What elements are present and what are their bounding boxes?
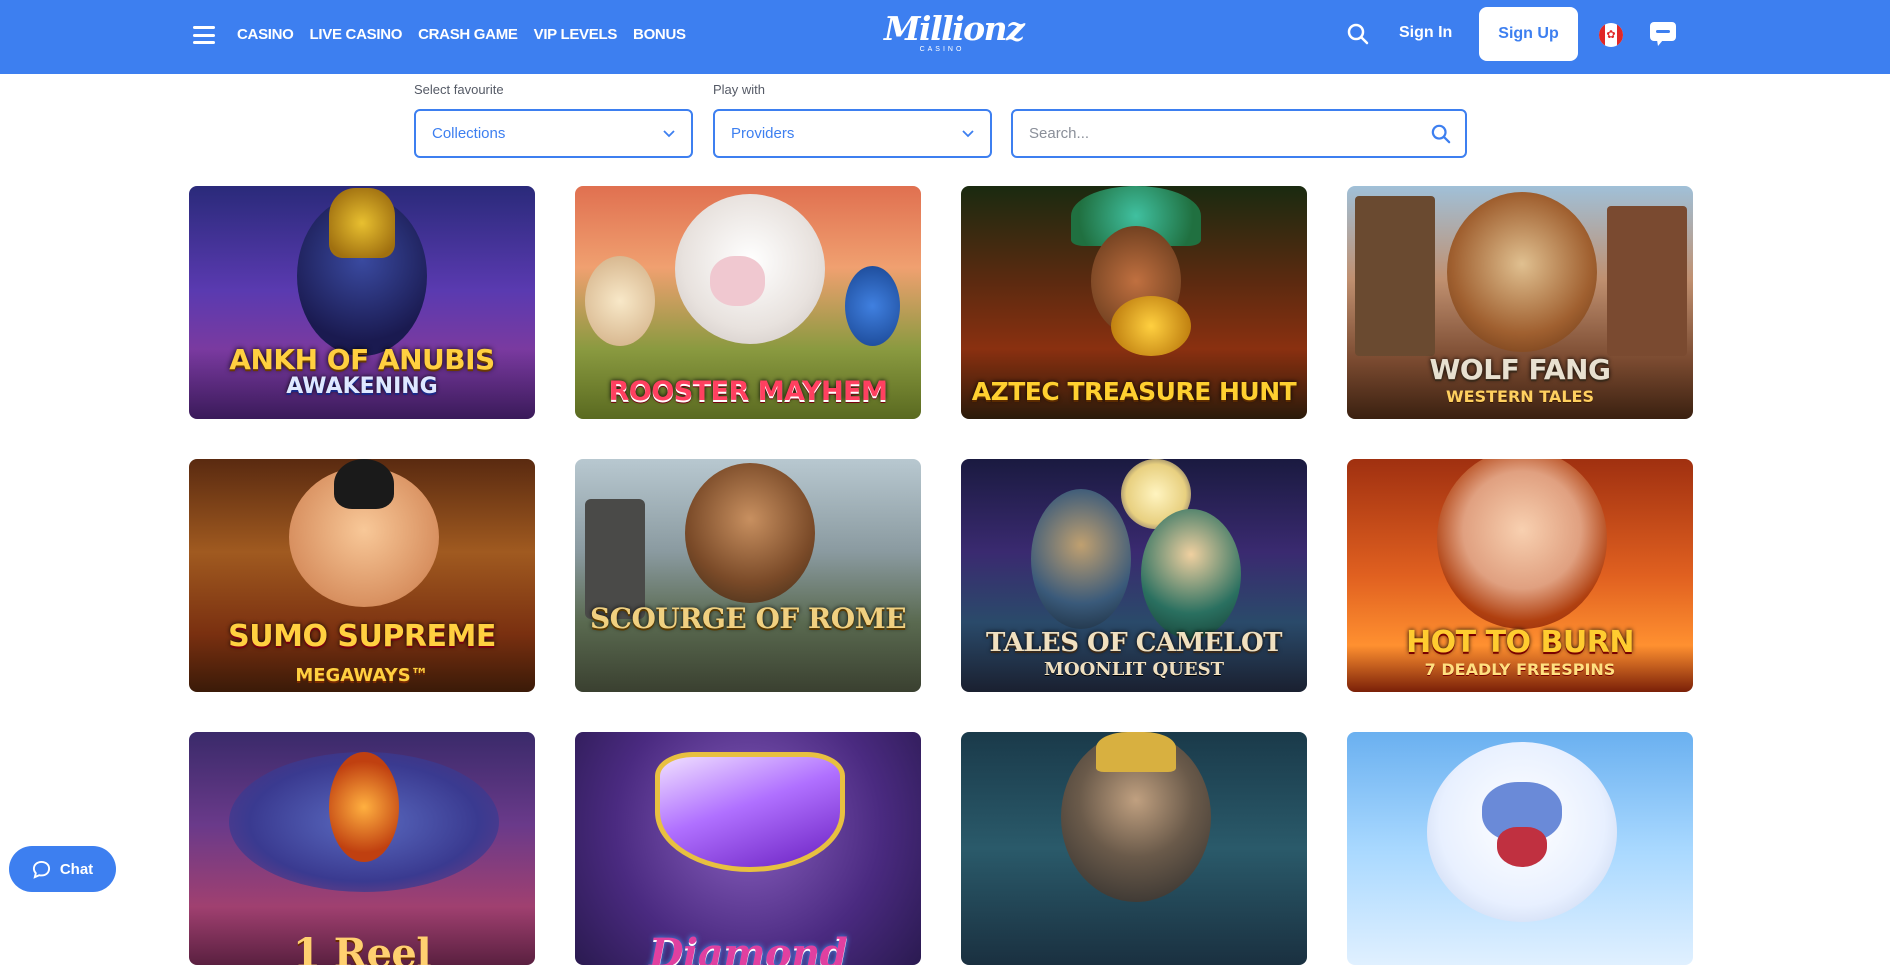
nav-crash-game[interactable]: CRASH GAME	[418, 26, 518, 43]
chat-button[interactable]: Chat	[9, 846, 116, 892]
game-tile-aztec-treasure-hunt[interactable]: AZTEC TREASURE HUNT	[961, 186, 1307, 419]
game-tile-rooster-mayhem[interactable]: ROOSTER MAYHEM	[575, 186, 921, 419]
providers-value: Providers	[731, 125, 795, 142]
game-tile-scourge-of-rome[interactable]: SCOURGE OF ROME	[575, 459, 921, 692]
game-tile-diamond[interactable]: Diamond	[575, 732, 921, 965]
game-title: TALES OF CAMELOT	[986, 628, 1282, 658]
collections-value: Collections	[432, 125, 506, 142]
game-title: WOLF FANG	[1429, 353, 1611, 386]
nav-vip-levels[interactable]: VIP LEVELS	[534, 26, 618, 43]
providers-select[interactable]: Providers	[713, 109, 992, 158]
top-bar: CASINO LIVE CASINO CRASH GAME VIP LEVELS…	[0, 0, 1890, 74]
game-title: ANKH OF ANUBIS	[229, 343, 495, 376]
game-subtitle: AWAKENING	[286, 374, 438, 399]
game-title: SCOURGE OF ROME	[589, 602, 907, 635]
games-grid: ANKH OF ANUBIS AWAKENING ROOSTER MAYHEM …	[189, 186, 1693, 965]
game-tile-sumo-supreme[interactable]: SUMO SUPREME MEGAWAYS™	[189, 459, 535, 692]
sign-up-button[interactable]: Sign Up	[1479, 7, 1578, 61]
game-tile-yeti[interactable]	[1347, 732, 1693, 965]
game-subtitle: MOONLIT QUEST	[1044, 659, 1224, 680]
game-title: ROOSTER MAYHEM	[608, 376, 888, 407]
favourite-label: Select favourite	[414, 82, 504, 97]
chevron-down-icon	[962, 129, 974, 137]
message-icon[interactable]	[1649, 21, 1677, 47]
main-nav: CASINO LIVE CASINO CRASH GAME VIP LEVELS…	[237, 26, 686, 43]
search-icon[interactable]	[1431, 124, 1451, 144]
chat-bubble-icon	[32, 860, 50, 879]
search-icon[interactable]	[1347, 23, 1369, 45]
game-tile-ankh-of-anubis[interactable]: ANKH OF ANUBIS AWAKENING	[189, 186, 535, 419]
chevron-down-icon	[663, 129, 675, 137]
nav-live-casino[interactable]: LIVE CASINO	[310, 26, 403, 43]
sign-in-link[interactable]: Sign In	[1399, 24, 1452, 42]
game-tile-zeus[interactable]	[961, 732, 1307, 965]
game-search-input[interactable]	[1029, 125, 1431, 142]
nav-casino[interactable]: CASINO	[237, 26, 294, 43]
canada-flag-icon[interactable]: ✿	[1599, 23, 1623, 47]
site-logo[interactable]: Millionz CASINO	[884, 9, 1025, 56]
game-search-box	[1011, 109, 1467, 158]
logo-text: Millionz	[884, 9, 1025, 48]
game-subtitle: MEGAWAYS™	[295, 665, 429, 686]
game-tile-wolf-fang[interactable]: WOLF FANG WESTERN TALES	[1347, 186, 1693, 419]
menu-icon[interactable]	[193, 26, 215, 44]
chat-label: Chat	[59, 860, 94, 878]
game-subtitle: 7 DEADLY FREESPINS	[1424, 660, 1616, 679]
game-subtitle: WESTERN TALES	[1446, 387, 1594, 406]
game-tile-hot-to-burn[interactable]: HOT TO BURN 7 DEADLY FREESPINS	[1347, 459, 1693, 692]
game-tile-1-reel[interactable]: 1 Reel	[189, 732, 535, 965]
collections-select[interactable]: Collections	[414, 109, 693, 158]
play-with-label: Play with	[713, 82, 766, 97]
game-title: Diamond	[648, 930, 848, 965]
game-tile-tales-of-camelot[interactable]: TALES OF CAMELOT MOONLIT QUEST	[961, 459, 1307, 692]
game-title: HOT TO BURN	[1406, 625, 1634, 660]
nav-bonus[interactable]: BONUS	[633, 26, 686, 43]
game-title: SUMO SUPREME	[228, 619, 496, 654]
game-title: AZTEC TREASURE HUNT	[971, 377, 1297, 406]
game-title: 1 Reel	[292, 930, 432, 965]
